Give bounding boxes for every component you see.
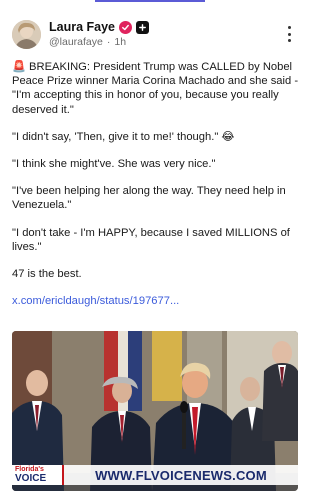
watermark-logo: Florida's VOICE [12,465,64,485]
post-timestamp[interactable]: 1h [114,36,126,48]
post-paragraph: 🚨 BREAKING: President Trump was CALLED b… [12,61,299,116]
more-dot [287,39,291,42]
post-paragraph: "I've been helping her along the way. Th… [12,185,286,212]
avatar[interactable] [12,20,41,49]
more-vertical-icon[interactable] [284,26,294,42]
more-dot [287,26,291,29]
watermark-url: WWW.FLVOICENEWS.COM [95,467,267,483]
more-dot [287,32,291,36]
name-line: Laura Faye [49,20,150,34]
post-paragraph: "I think she might've. She was very nice… [12,158,216,171]
post-link[interactable]: x.com/ericldaugh/status/197677... [12,295,179,307]
author-handle[interactable]: @laurafaye [49,36,103,48]
meta-separator: · [106,36,111,48]
watermark-bar: Florida's VOICE WWW.FLVOICENEWS.COM [12,465,298,485]
post-paragraph: "I don't take - I'm HAPPY, because I sav… [12,226,290,253]
watermark-logo-bottom: VOICE [15,473,47,484]
plus-badge-icon [136,20,150,34]
post-paragraph: 47 is the best. [12,268,82,281]
author-display-name[interactable]: Laura Faye [49,20,115,34]
handle-line: @laurafaye · 1h [49,36,126,48]
post-media-image[interactable]: Florida's VOICE WWW.FLVOICENEWS.COM [12,331,298,491]
post-body: 🚨 BREAKING: President Trump was CALLED b… [12,60,300,308]
verified-check-icon [119,20,133,34]
post-card: Laura Faye @laurafaye · 1h 🚨 BREAKING: P… [0,0,310,500]
post-header: Laura Faye @laurafaye · 1h [12,18,298,52]
post-paragraph: "I didn't say, 'Then, give it to me!' th… [12,130,235,143]
